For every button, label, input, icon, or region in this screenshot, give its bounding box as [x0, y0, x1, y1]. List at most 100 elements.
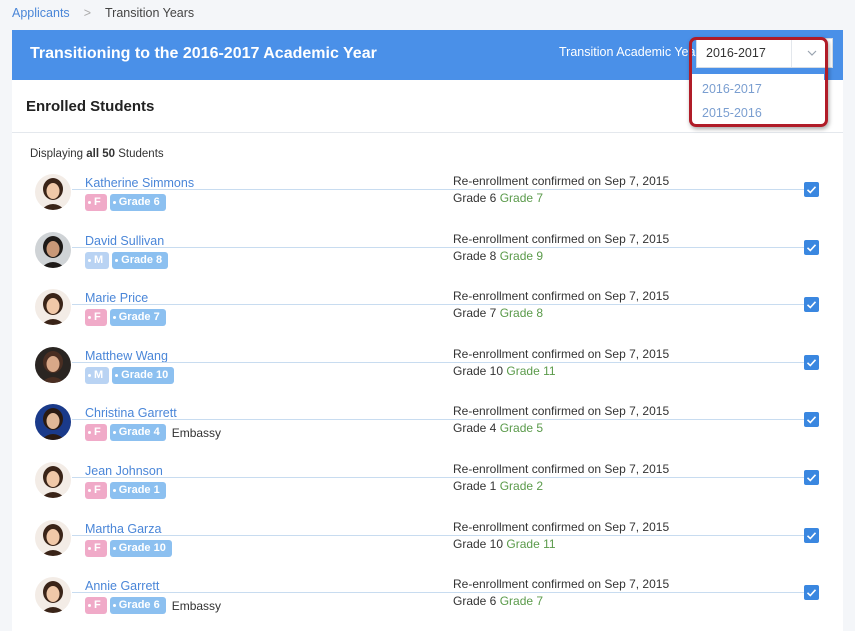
student-tags: M Grade 8 [85, 251, 169, 269]
current-grade: Grade 6 [453, 191, 497, 205]
row-divider [72, 304, 812, 306]
current-grade: Grade 4 [453, 421, 497, 436]
current-grade: Grade 8 [453, 248, 497, 263]
displaying-suffix: Students [118, 148, 164, 160]
grade-transition: Grade 10 Grade 11 [453, 364, 556, 378]
current-grade: Grade 10 [453, 536, 504, 551]
student-name-link[interactable]: Jean Johnson [85, 464, 163, 478]
student-row: Martha Garza F Grade 10 Re-enrollment confi… [12, 519, 843, 578]
student-name-link[interactable]: Katherine Simmons [85, 176, 194, 190]
gender-badge: F [85, 482, 107, 499]
avatar[interactable] [35, 231, 71, 268]
student-name-link[interactable]: Matthew Wang [85, 349, 168, 363]
student-row: Matthew Wang M Grade 10 Re-enrollment confi… [12, 346, 843, 405]
row-divider [72, 189, 812, 190]
year-select-label: Transition Academic Year: [559, 45, 704, 59]
avatar[interactable] [35, 289, 71, 326]
transition-checkbox[interactable] [804, 297, 819, 313]
grade-badge: Grade 4 [109, 424, 166, 442]
row-divider [72, 419, 812, 421]
grade-transition: Grade 6 Grade 7 [453, 191, 543, 205]
academic-year-select[interactable]: 2016-2017 [696, 38, 833, 68]
student-row: Katherine Simmons F Grade 6 Re-enrollment c… [12, 174, 843, 232]
avatar[interactable] [35, 404, 71, 441]
row-divider [72, 592, 812, 594]
row-divider [72, 246, 812, 248]
student-tags: F Grade 4 Embassy [85, 424, 221, 442]
student-name-link[interactable]: Christina Garrett [85, 406, 177, 420]
gender-badge: F [85, 539, 107, 557]
reenrollment-status: Re-enrollment confirmed on Sep 7, 2015 [453, 404, 670, 419]
avatar[interactable] [35, 519, 71, 556]
transition-checkbox[interactable] [804, 239, 819, 255]
check-icon [806, 301, 817, 309]
check-icon [806, 531, 817, 540]
transition-checkbox[interactable] [804, 470, 819, 485]
next-grade: Grade 2 [499, 479, 544, 493]
breadcrumb-current: Transition Years [105, 6, 195, 20]
reenrollment-status: Re-enrollment confirmed on Sep 7, 2015 [453, 346, 670, 361]
year-option-2015-2016[interactable]: 2015-2016 [702, 106, 762, 120]
transition-checkbox[interactable] [804, 354, 819, 370]
chevron-down-icon[interactable] [806, 47, 818, 59]
select-divider [791, 39, 792, 67]
current-grade: Grade 10 [453, 363, 504, 378]
check-icon [806, 589, 817, 597]
displaying-total: all 50 [86, 148, 116, 160]
gender-badge: F [85, 597, 107, 615]
avatar[interactable] [35, 462, 71, 498]
grade-badge: Grade 10 [112, 366, 175, 384]
check-icon [806, 359, 817, 367]
current-grade: Grade 7 [453, 306, 497, 321]
student-row: David Sullivan M Grade 8 Re-enrollment conf… [12, 231, 843, 290]
check-icon [806, 416, 817, 425]
gender-badge: F [85, 309, 107, 327]
row-divider [72, 534, 812, 536]
transition-checkbox[interactable] [804, 182, 819, 197]
current-grade: Grade 6 [453, 594, 497, 609]
grade-badge: Grade 8 [112, 251, 169, 269]
transition-checkbox[interactable] [804, 527, 819, 543]
student-extra-label: Embassy [171, 598, 222, 613]
student-name-link[interactable]: Marie Price [85, 291, 148, 305]
student-tags: F Grade 6 [85, 194, 166, 211]
grade-transition: Grade 7 Grade 8 [453, 306, 543, 320]
next-grade: Grade 5 [499, 421, 544, 436]
grade-badge: Grade 7 [109, 309, 166, 327]
student-name-link[interactable]: Martha Garza [85, 522, 161, 536]
gender-badge: M [85, 366, 110, 384]
avatar[interactable] [35, 174, 71, 210]
page-header: Transitioning to the 2016-2017 Academic … [12, 30, 843, 80]
grade-badge: Grade 6 [109, 194, 166, 211]
next-grade: Grade 11 [506, 536, 556, 551]
grade-transition: Grade 4 Grade 5 [453, 421, 543, 435]
breadcrumb: Applicants > Transition Years [12, 6, 194, 20]
student-row: Christina Garrett F Grade 4 Embassy Re-enrol… [12, 404, 843, 462]
student-tags: M Grade 10 [85, 366, 175, 384]
check-icon [806, 474, 817, 482]
student-tags: F Grade 10 [85, 539, 172, 557]
grade-badge: Grade 6 [109, 597, 166, 615]
student-name-link[interactable]: David Sullivan [85, 234, 164, 248]
next-grade: Grade 8 [499, 306, 544, 321]
page-title: Transitioning to the 2016-2017 Academic … [30, 45, 377, 62]
gender-badge: M [85, 251, 110, 269]
avatar[interactable] [35, 577, 71, 614]
reenrollment-status: Re-enrollment confirmed on Sep 7, 2015 [453, 519, 670, 534]
panel-title: Enrolled Students [26, 98, 155, 115]
breadcrumb-link-applicants[interactable]: Applicants [12, 6, 70, 20]
student-row: Jean Johnson F Grade 1 Re-enrollment confir… [12, 462, 843, 520]
year-option-2016-2017[interactable]: 2016-2017 [702, 82, 762, 96]
next-grade: Grade 11 [506, 363, 556, 378]
grade-transition: Grade 6 Grade 7 [453, 594, 543, 608]
student-name-link[interactable]: Annie Garrett [85, 579, 159, 593]
student-tags: F Grade 6 Embassy [85, 597, 222, 615]
transition-checkbox[interactable] [804, 585, 819, 601]
reenrollment-status: Re-enrollment confirmed on Sep 7, 2015 [453, 577, 670, 592]
transition-checkbox[interactable] [804, 412, 819, 428]
next-grade: Grade 7 [499, 191, 544, 205]
reenrollment-status: Re-enrollment confirmed on Sep 7, 2015 [453, 174, 670, 188]
panel-divider [12, 132, 843, 133]
displaying-count: Displaying all 50 Students [30, 148, 164, 160]
avatar[interactable] [35, 346, 71, 383]
